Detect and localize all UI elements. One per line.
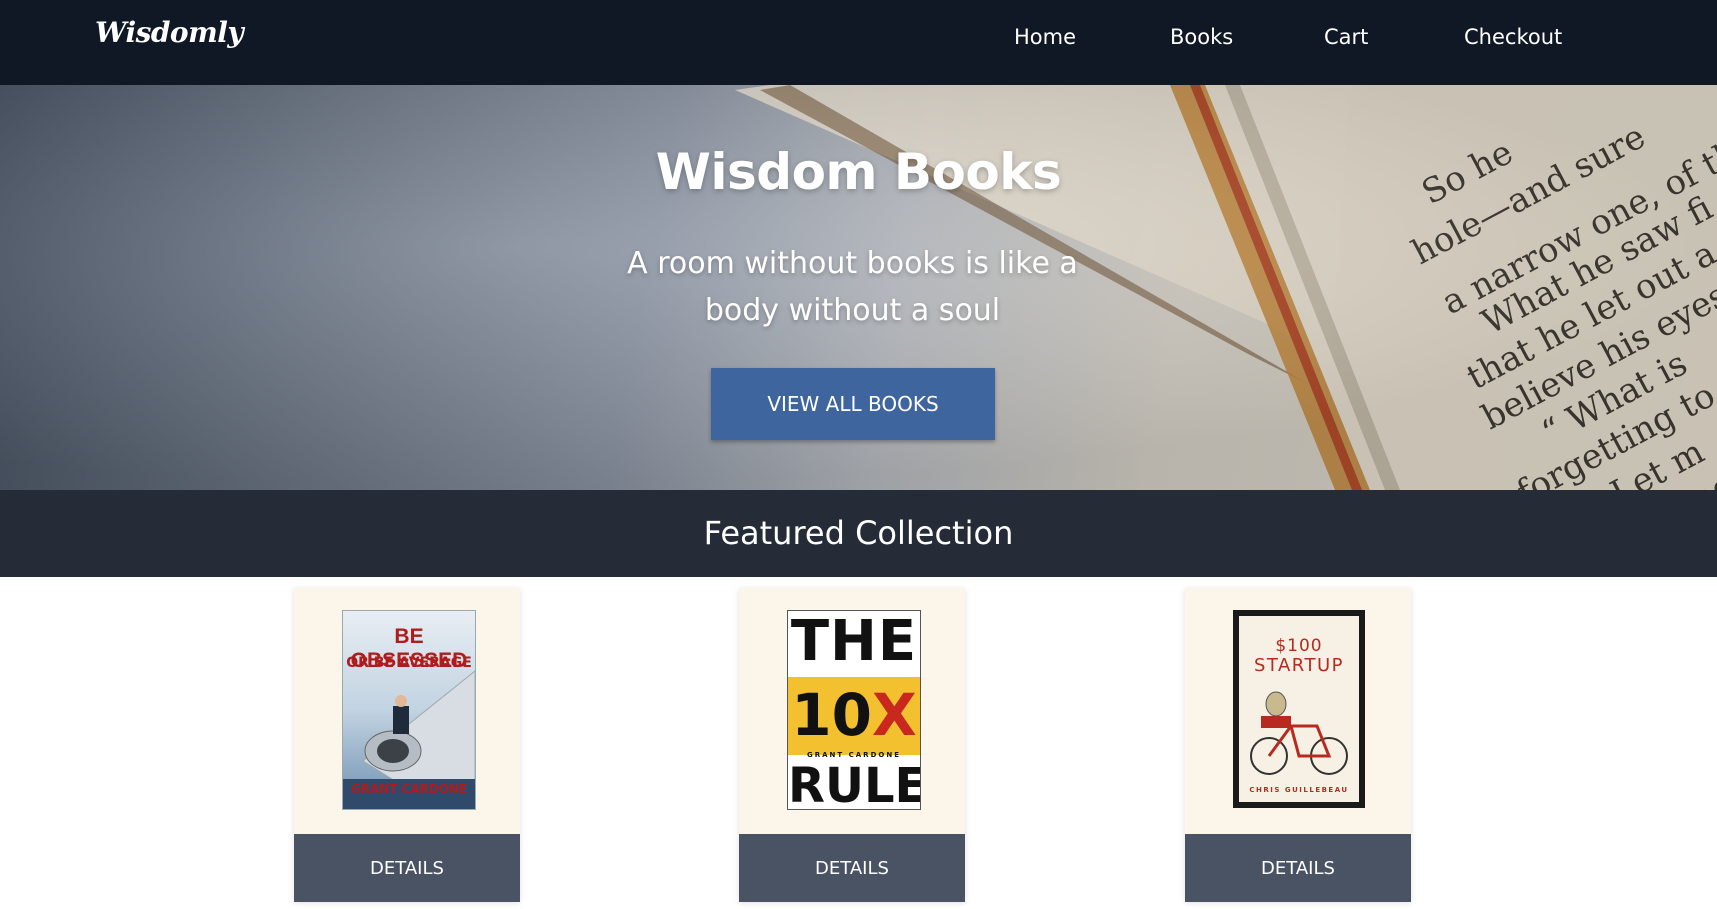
featured-collection-title: Featured Collection bbox=[703, 514, 1014, 552]
nav-link-cart[interactable]: Cart bbox=[1324, 25, 1368, 49]
top-navbar: Wisdomly Home Books Cart Checkout bbox=[0, 0, 1717, 85]
book-card-10x-rule: THE 10X GRANT CARDONE RULE DETAILS bbox=[739, 588, 965, 902]
book-cover-be-obsessed[interactable]: BE OBSESSED OR BE AVERAGE GRANT CARDONE bbox=[342, 610, 476, 810]
cover-author: GRANT CARDONE bbox=[350, 782, 468, 796]
hero-tagline-line-1: A room without books is like a bbox=[627, 246, 1078, 281]
view-all-books-button[interactable]: VIEW ALL BOOKS bbox=[711, 368, 995, 440]
details-button[interactable]: DETAILS bbox=[1185, 834, 1411, 902]
book-card-be-obsessed: BE OBSESSED OR BE AVERAGE GRANT CARDONE … bbox=[294, 588, 520, 902]
hero-tagline: A room without books is like a body with… bbox=[560, 240, 1145, 334]
bicycle-icon bbox=[1250, 691, 1348, 775]
nav-link-books[interactable]: Books bbox=[1170, 25, 1233, 49]
cover-title-middle: 10X bbox=[791, 681, 917, 749]
hero-title: Wisdom Books bbox=[655, 143, 1062, 201]
hero-banner: So he hole—and sure a narrow one, of th … bbox=[0, 85, 1717, 490]
hero-tagline-line-2: body without a soul bbox=[704, 293, 1001, 328]
cover-title-top: THE bbox=[790, 610, 918, 674]
details-button[interactable]: DETAILS bbox=[739, 834, 965, 902]
book-card-100-startup: $100 STARTUP CHRIS GUILLEBEAU DETAILS bbox=[1185, 588, 1411, 902]
nav-link-checkout[interactable]: Checkout bbox=[1464, 25, 1562, 49]
brand-logo[interactable]: Wisdomly bbox=[95, 16, 244, 49]
book-cover-100-startup[interactable]: $100 STARTUP CHRIS GUILLEBEAU bbox=[1233, 610, 1365, 808]
cover-author: CHRIS GUILLEBEAU bbox=[1249, 786, 1349, 794]
nav-link-home[interactable]: Home bbox=[1014, 25, 1076, 49]
cover-title-bottom: RULE bbox=[788, 758, 921, 810]
featured-collection-header: Featured Collection bbox=[0, 490, 1717, 577]
airplane-illustration bbox=[343, 670, 475, 809]
book-cover-10x-rule[interactable]: THE 10X GRANT CARDONE RULE bbox=[787, 610, 921, 810]
details-button[interactable]: DETAILS bbox=[294, 834, 520, 902]
